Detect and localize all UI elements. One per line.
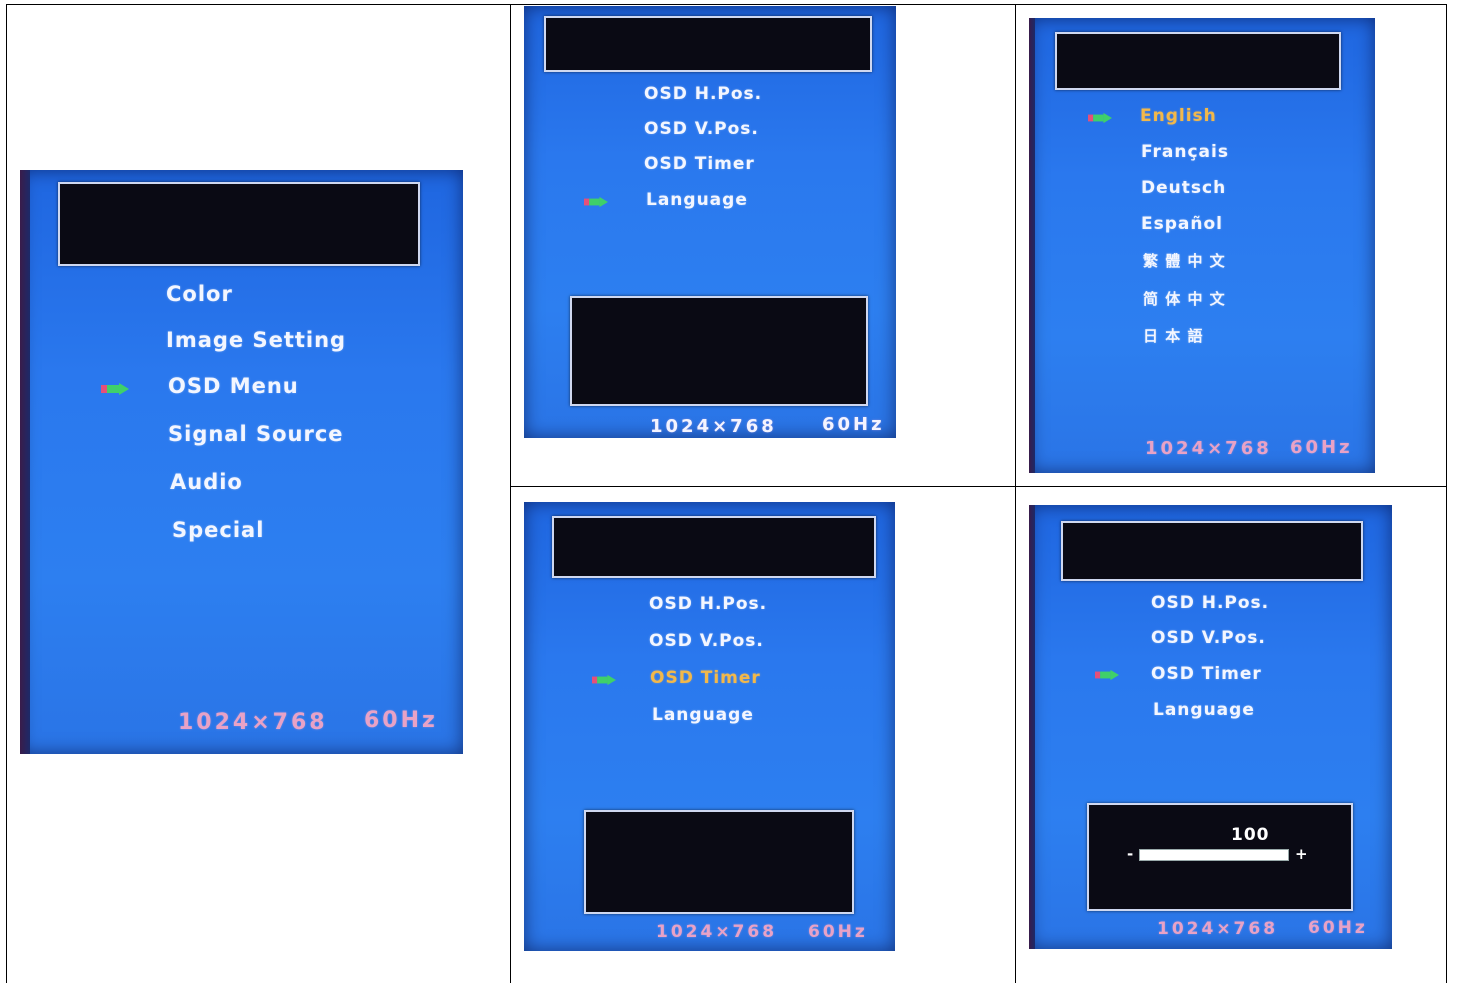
menu-item-signal-source[interactable]: Signal Source — [168, 422, 344, 446]
table-border-right — [1446, 4, 1447, 983]
menu-item-osd-hpos[interactable]: OSD H.Pos. — [644, 84, 762, 104]
arrow-pointer-icon — [100, 382, 129, 395]
menu-item-osd-menu[interactable]: OSD Menu — [168, 374, 299, 398]
osd-submenu-language-photo: OSD H.Pos. OSD V.Pos. OSD Timer Language… — [524, 6, 896, 438]
language-option-simplified-chinese[interactable]: 简 体 中 文 — [1143, 288, 1226, 309]
language-option-japanese[interactable]: 日 本 語 — [1143, 325, 1203, 346]
menu-item-osd-hpos[interactable]: OSD H.Pos. — [1151, 593, 1269, 613]
slider-box: 100 - + — [1087, 803, 1353, 911]
osd-timer-slider[interactable] — [1139, 849, 1289, 861]
refresh-label: 60Hz — [808, 922, 868, 942]
refresh-label: 60Hz — [364, 708, 438, 733]
slider-minus[interactable]: - — [1127, 845, 1133, 863]
menu-item-osd-timer[interactable]: OSD Timer — [650, 668, 761, 688]
osd-timer-slider-photo: OSD H.Pos. OSD V.Pos. OSD Timer Language… — [1029, 505, 1392, 949]
resolution-label: 1024×768 — [650, 416, 777, 437]
menu-item-audio[interactable]: Audio — [170, 470, 243, 494]
refresh-label: 60Hz — [1290, 437, 1353, 458]
menu-item-osd-timer[interactable]: OSD Timer — [1151, 664, 1262, 684]
menu-item-osd-vpos[interactable]: OSD V.Pos. — [644, 119, 759, 139]
info-box — [570, 296, 868, 406]
slider-value: 100 — [1231, 825, 1270, 845]
table-border-left — [6, 4, 7, 983]
osd-main-menu-photo: Color Image Setting OSD Menu Signal Sour… — [20, 170, 463, 754]
bezel-edge — [1029, 18, 1035, 473]
language-option-traditional-chinese[interactable]: 繁 體 中 文 — [1143, 250, 1226, 271]
arrow-pointer-icon — [1093, 669, 1119, 681]
table-divider-1 — [510, 4, 511, 983]
table-divider-2 — [1015, 4, 1016, 983]
menu-item-osd-vpos[interactable]: OSD V.Pos. — [649, 631, 764, 651]
osd-language-list-photo: English Français Deutsch Español 繁 體 中 文… — [1029, 18, 1375, 473]
menu-item-osd-hpos[interactable]: OSD H.Pos. — [649, 594, 767, 614]
title-box — [58, 182, 420, 266]
title-box — [552, 516, 876, 578]
resolution-label: 1024×768 — [1157, 919, 1279, 939]
arrow-pointer-icon — [582, 196, 608, 208]
table-row-divider — [510, 486, 1447, 487]
resolution-label: 1024×768 — [178, 710, 328, 735]
title-box — [1061, 521, 1363, 581]
arrow-pointer-icon — [1087, 112, 1112, 124]
menu-item-language[interactable]: Language — [1153, 700, 1255, 720]
menu-item-osd-timer[interactable]: OSD Timer — [644, 154, 755, 174]
osd-submenu-timer-photo: OSD H.Pos. OSD V.Pos. OSD Timer Language… — [524, 502, 895, 951]
refresh-label: 60Hz — [822, 414, 885, 435]
language-option-english[interactable]: English — [1140, 106, 1217, 126]
info-box — [584, 810, 854, 914]
arrow-pointer-icon — [590, 674, 616, 686]
bezel-edge — [20, 170, 30, 754]
slider-plus[interactable]: + — [1295, 845, 1308, 863]
language-option-espanol[interactable]: Español — [1141, 214, 1223, 234]
refresh-label: 60Hz — [1308, 918, 1368, 938]
menu-item-special[interactable]: Special — [172, 518, 264, 542]
menu-item-image-setting[interactable]: Image Setting — [166, 328, 346, 352]
menu-item-language[interactable]: Language — [652, 705, 754, 725]
menu-item-color[interactable]: Color — [166, 282, 233, 306]
title-box — [544, 16, 872, 72]
title-box — [1055, 32, 1341, 90]
table-border-top — [6, 4, 1447, 5]
language-option-deutsch[interactable]: Deutsch — [1141, 178, 1226, 198]
menu-item-language[interactable]: Language — [646, 190, 748, 210]
menu-item-osd-vpos[interactable]: OSD V.Pos. — [1151, 628, 1266, 648]
language-option-francais[interactable]: Français — [1141, 142, 1229, 162]
resolution-label: 1024×768 — [656, 922, 778, 942]
resolution-label: 1024×768 — [1145, 438, 1272, 459]
slider-fill — [1140, 850, 1288, 860]
bezel-edge — [1029, 505, 1035, 949]
